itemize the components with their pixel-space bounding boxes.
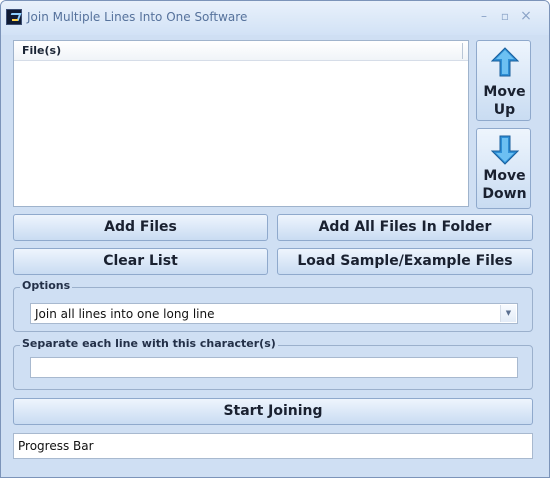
files-list[interactable]: File(s) xyxy=(13,40,469,207)
column-divider[interactable] xyxy=(462,43,463,59)
window-title: Join Multiple Lines Into One Software xyxy=(27,10,248,24)
progress-bar: Progress Bar xyxy=(13,433,533,459)
move-up-button[interactable]: Move Up xyxy=(476,40,531,121)
clear-list-button[interactable]: Clear List xyxy=(13,248,268,275)
join-mode-select[interactable]: Join all lines into one long line ▼ xyxy=(30,303,518,324)
add-files-button[interactable]: Add Files xyxy=(13,214,268,241)
files-list-header[interactable]: File(s) xyxy=(14,41,468,61)
options-legend: Options xyxy=(20,279,73,292)
minimize-icon[interactable]: – xyxy=(477,9,491,23)
separator-input[interactable] xyxy=(30,357,518,378)
close-icon[interactable]: × xyxy=(519,9,533,23)
move-up-label-2: Up xyxy=(493,102,516,118)
separator-group: Separate each line with this character(s… xyxy=(13,337,533,390)
move-up-label-1: Move xyxy=(483,84,526,100)
move-down-label-1: Move xyxy=(483,168,526,184)
move-down-button[interactable]: Move Down xyxy=(476,128,531,209)
move-down-label-2: Down xyxy=(482,186,527,202)
title-bar[interactable]: Join Multiple Lines Into One Software – … xyxy=(1,1,549,35)
separator-legend: Separate each line with this character(s… xyxy=(20,337,278,350)
load-sample-files-button[interactable]: Load Sample/Example Files xyxy=(277,248,533,275)
progress-label: Progress Bar xyxy=(18,439,94,453)
app-window: Join Multiple Lines Into One Software – … xyxy=(0,0,550,478)
options-group: Options Join all lines into one long lin… xyxy=(13,279,533,332)
add-all-files-in-folder-button[interactable]: Add All Files In Folder xyxy=(277,214,533,241)
app-logo-icon xyxy=(6,9,22,25)
join-mode-value: Join all lines into one long line xyxy=(35,307,215,321)
arrow-down-icon xyxy=(491,135,519,165)
start-joining-button[interactable]: Start Joining xyxy=(13,398,533,425)
main-panel: File(s) Move Up Move Down Add Files Add … xyxy=(5,35,545,475)
arrow-up-icon xyxy=(491,47,519,77)
maximize-icon[interactable]: ▫ xyxy=(498,9,512,23)
files-column-header[interactable]: File(s) xyxy=(22,44,61,57)
chevron-down-icon[interactable]: ▼ xyxy=(500,305,516,322)
